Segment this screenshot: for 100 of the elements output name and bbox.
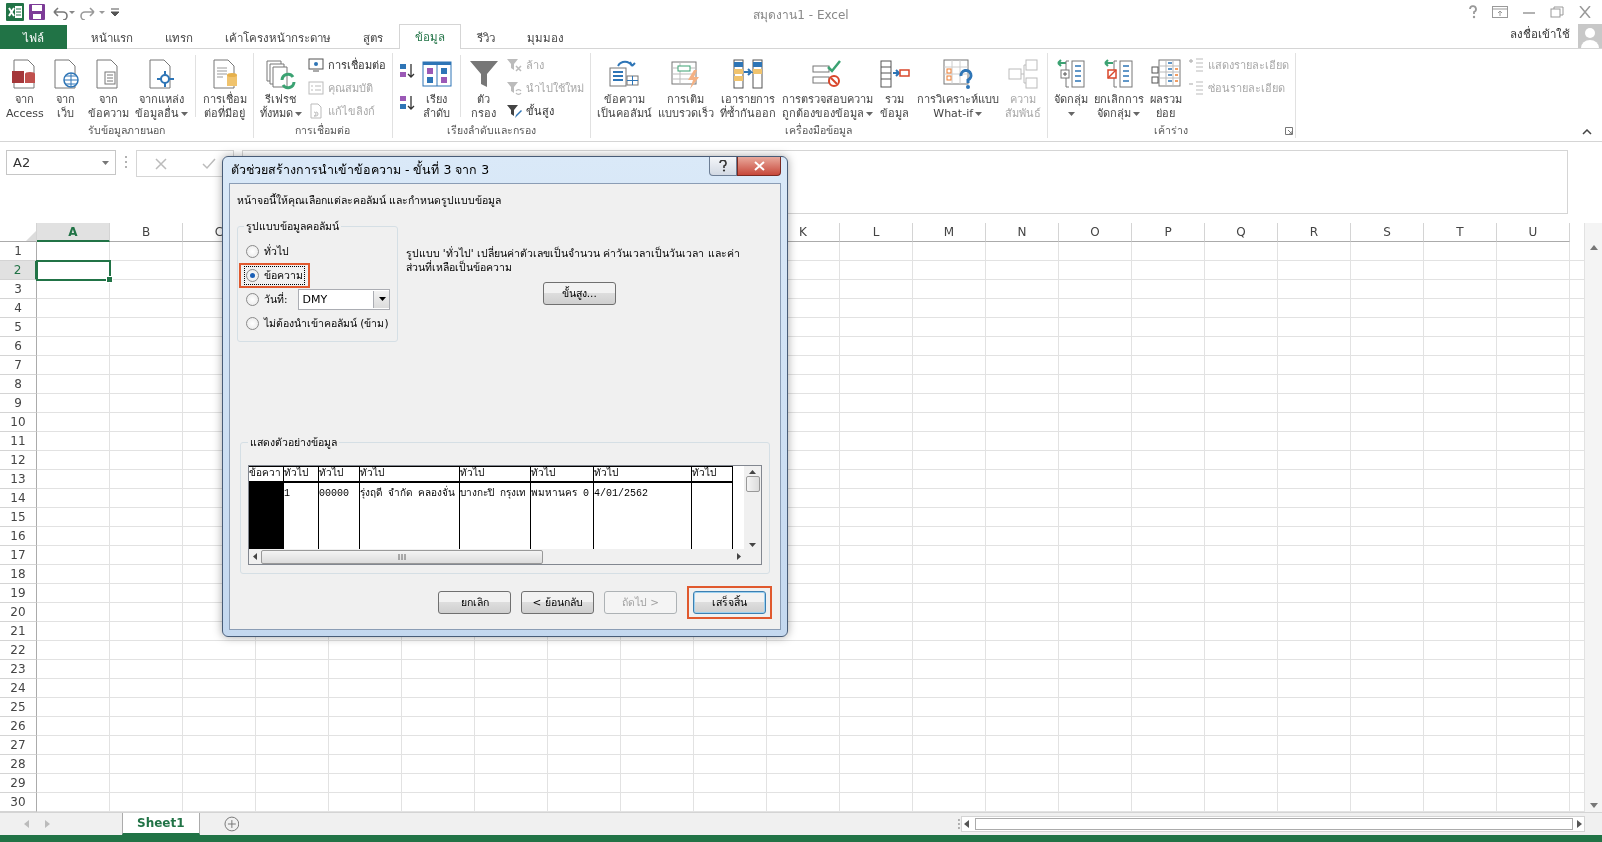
radio-option[interactable]: วันที่:	[244, 289, 290, 309]
row-header[interactable]: 28	[0, 755, 37, 775]
close-button[interactable]	[737, 157, 781, 176]
row-header[interactable]: 23	[0, 660, 37, 680]
ribbon-tab[interactable]: มุมมอง	[511, 25, 580, 50]
column-header[interactable]: A	[37, 223, 110, 243]
preview-column[interactable]: ทั่วไป 4/01/2562	[594, 466, 693, 549]
dialog-button[interactable]: ยกเลิก	[438, 591, 511, 614]
ribbon-button[interactable]: การเชื่อม ต่อที่มีอยู่	[200, 53, 249, 124]
ribbon-button[interactable]: จาก Access	[4, 53, 46, 124]
row-header[interactable]: 21	[0, 622, 37, 642]
advanced-button[interactable]: ขั้นสูง...	[542, 282, 616, 305]
ribbon-tab[interactable]: สูตร	[347, 25, 399, 50]
vertical-scrollbar[interactable]	[1584, 223, 1602, 813]
ribbon-tab[interactable]: ข้อมูล	[399, 24, 461, 50]
row-header[interactable]: 2	[0, 261, 37, 281]
row-header[interactable]: 29	[0, 774, 37, 794]
ribbon-button[interactable]: เอารายการ ที่ซ้ำกันออก	[717, 53, 778, 124]
row-header[interactable]: 13	[0, 470, 37, 490]
column-header[interactable]: M	[913, 223, 986, 243]
ribbon-button[interactable]: ข้อความ เป็นคอลัมน์	[594, 53, 654, 124]
row-header[interactable]: 5	[0, 318, 37, 338]
file-tab[interactable]: ไฟล์	[0, 25, 67, 50]
radio-option[interactable]: ไม่ต้องนำเข้าคอลัมน์ (ข้าม)	[244, 313, 391, 333]
column-header[interactable]: L	[840, 223, 913, 243]
row-header[interactable]: 11	[0, 432, 37, 452]
row-header[interactable]: 8	[0, 375, 37, 395]
row-header[interactable]: 26	[0, 717, 37, 737]
scroll-up-icon	[1589, 245, 1598, 251]
ribbon-button[interactable]: จัดกลุ่ม	[1051, 53, 1090, 124]
row-header[interactable]: 16	[0, 527, 37, 547]
column-header[interactable]: S	[1351, 223, 1424, 243]
preview-column[interactable]: ทั่วไป	[692, 466, 734, 549]
preview-column[interactable]: ทั่วไป พมหานคร 0	[531, 466, 595, 549]
ribbon-tab[interactable]: รีวิว	[461, 25, 511, 50]
ribbon-tab[interactable]: หน้าแรก	[75, 25, 149, 50]
row-header[interactable]: 17	[0, 546, 37, 566]
row-header[interactable]: 7	[0, 356, 37, 376]
ribbon-button[interactable]: ผลรวม ย่อย	[1147, 53, 1184, 124]
ribbon-button[interactable]: ยกเลิกการ จัดกลุ่ม	[1091, 53, 1146, 124]
ribbon-button[interactable]: การเชื่อมต่อ	[305, 55, 388, 76]
row-header[interactable]: 9	[0, 394, 37, 414]
ribbon-button[interactable]: การตรวจสอบความ ถูกต้องของข้อมูล	[779, 53, 875, 124]
ribbon-button[interactable]: เรียง ลำดับ	[418, 53, 455, 124]
refresh-icon	[264, 58, 297, 91]
ribbon-button[interactable]: ตัว กรอง	[465, 53, 502, 124]
add-sheet-icon	[223, 816, 240, 833]
ribbon-button[interactable]: การเติม แบบรวดเร็ว	[655, 53, 716, 124]
preview-column[interactable]: ทั่วไป รุ่งฤดี จำกัด คลองจั่น	[360, 466, 460, 549]
column-header[interactable]: R	[1278, 223, 1351, 243]
column-header[interactable]: O	[1059, 223, 1132, 243]
dialog-button[interactable]: < ย้อนกลับ	[521, 591, 594, 614]
ribbon-tab[interactable]: เค้าโครงหน้ากระดาษ	[209, 25, 347, 50]
row-header[interactable]: 4	[0, 299, 37, 319]
row-header[interactable]: 27	[0, 736, 37, 756]
preview-column[interactable]: ทั่วไป 1	[284, 466, 319, 549]
row-header[interactable]: 24	[0, 679, 37, 699]
preview-column[interactable]: ทั่วไป บางกะปิ กรุงเท	[460, 466, 532, 549]
column-header[interactable]: T	[1424, 223, 1497, 243]
column-type: ทั่วไป	[692, 466, 733, 483]
ribbon-button[interactable]: จากแหล่ง ข้อมูลอื่น	[132, 53, 190, 124]
row-header[interactable]: 14	[0, 489, 37, 509]
row-header[interactable]: 22	[0, 641, 37, 661]
column-header[interactable]: Q	[1205, 223, 1278, 243]
dialog-button[interactable]: เสร็จสิ้น	[693, 591, 766, 614]
row-header[interactable]: 19	[0, 584, 37, 604]
ribbon-tab[interactable]: แทรก	[149, 25, 209, 50]
scroll-thumb[interactable]	[261, 549, 543, 564]
row-header[interactable]: 6	[0, 337, 37, 357]
cell-reference: A2	[13, 155, 31, 171]
horizontal-scrollbar[interactable]	[961, 816, 1585, 833]
row-header[interactable]: 25	[0, 698, 37, 718]
row-header[interactable]: 10	[0, 413, 37, 433]
preview-column[interactable]: ทั่วไป 00000	[319, 466, 360, 549]
ribbon-button[interactable]: ขั้นสูง	[503, 101, 586, 122]
column-header[interactable]: B	[110, 223, 183, 243]
previous-sheet-icon	[24, 820, 29, 829]
row-header[interactable]: 12	[0, 451, 37, 471]
scroll-thumb[interactable]	[745, 475, 760, 492]
ribbon-button[interactable]: การวิเคราะห์แบบ What-if	[914, 53, 1001, 124]
radio-option[interactable]: ทั่วไป	[244, 241, 291, 261]
row-header[interactable]: 3	[0, 280, 37, 300]
help-button[interactable]	[709, 157, 737, 176]
sign-in-link[interactable]: ลงชื่อเข้าใช้	[1510, 25, 1570, 49]
row-header[interactable]: 18	[0, 565, 37, 585]
sheet-tab[interactable]: Sheet1	[122, 813, 200, 836]
ribbon-button[interactable]: จาก ข้อความ	[85, 53, 131, 124]
preview-column[interactable]: ข้อควา	[249, 466, 284, 549]
row-header[interactable]: 15	[0, 508, 37, 528]
name-box[interactable]: A2	[6, 150, 116, 176]
column-header[interactable]: N	[986, 223, 1059, 243]
radio-option[interactable]: ข้อความ	[244, 265, 305, 285]
column-header[interactable]: U	[1497, 223, 1570, 243]
ribbon-button[interactable]: รีเฟรช ทั้งหมด	[257, 53, 304, 124]
column-header[interactable]: P	[1132, 223, 1205, 243]
dialog-launcher-icon[interactable]	[1284, 127, 1293, 136]
ribbon-button[interactable]: รวม ข้อมูล	[876, 53, 913, 124]
row-header[interactable]: 20	[0, 603, 37, 623]
date-format-select[interactable]: DMY	[297, 288, 390, 310]
ribbon-button[interactable]: จาก เว็บ	[47, 53, 84, 124]
